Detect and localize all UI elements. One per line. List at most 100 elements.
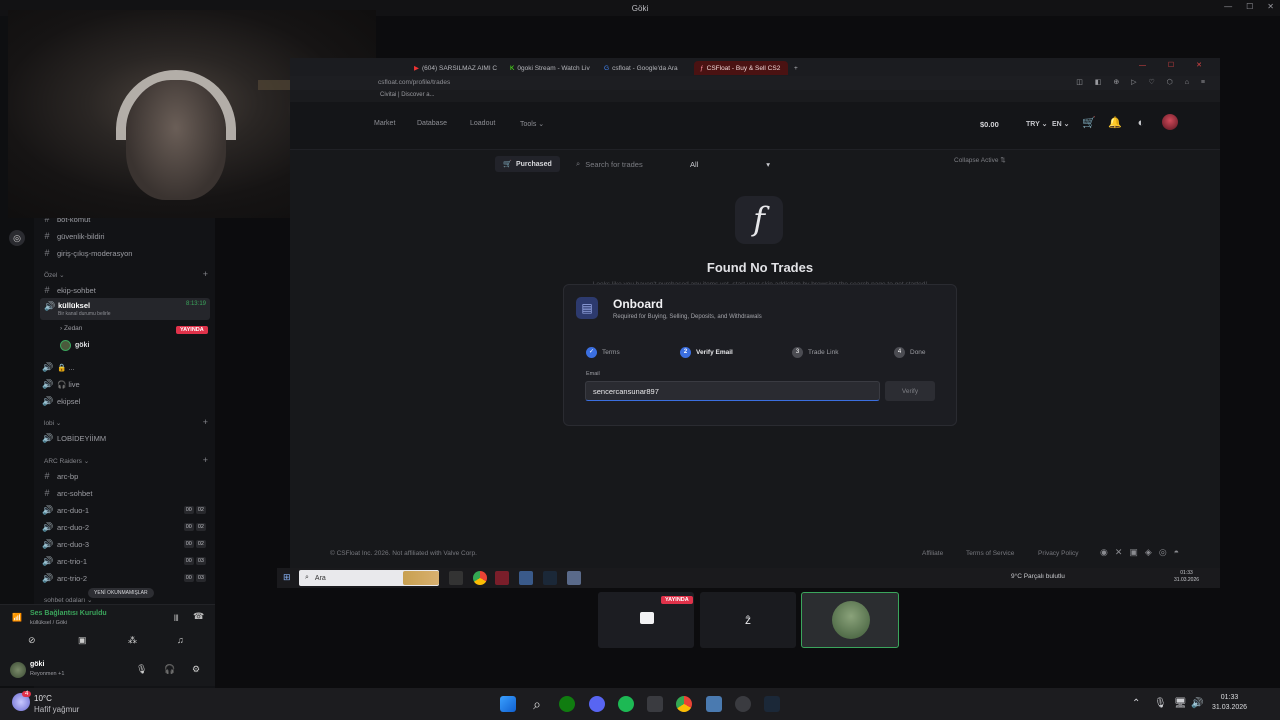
collapse-active-button[interactable]: Collapse Active ⇅ [954,156,1006,164]
nav-tools[interactable]: Tools ⌄ [520,120,544,128]
bookmark-civitai[interactable]: Civitai | Discover a... [380,92,435,98]
social-icons[interactable]: ◉✕▣◈◎◓ [1100,547,1186,558]
palette-icon[interactable]: ◐ [1134,116,1148,130]
stream-thumbnail[interactable]: ẑ [700,592,796,648]
category-sohbet-odalari[interactable]: sohbet odaları ⌄ [44,596,92,604]
unread-pill[interactable]: YENİ OKUNMAMIŞLAR [88,588,154,598]
channel-ekipsel[interactable]: 🔊 ekipsel [42,396,80,407]
chrome-icon[interactable] [676,696,692,712]
add-channel-icon[interactable]: + [203,455,208,465]
headphones-icon[interactable]: 🎧 [164,664,175,675]
channel-arc-duo-2[interactable]: 🔊 arc-duo-2 [42,522,89,533]
search-trades-input[interactable]: ⌕ Search for trades [576,156,676,172]
nav-market[interactable]: Market [374,120,395,127]
microphone-icon[interactable]: 🎙 [1154,698,1167,709]
speaker-icon: 🔊 [42,573,54,583]
cart-icon[interactable]: 🛒 [1082,116,1096,130]
category-ozel[interactable]: Özel ⌄ [44,271,65,279]
bell-icon[interactable]: 🔔 [1108,116,1122,130]
hash-icon: # [44,471,50,481]
channel-arc-bp[interactable]: # arc-bp [42,471,78,481]
steam-icon[interactable] [764,696,780,712]
avatar[interactable] [10,662,26,678]
maximize-icon[interactable]: ☐ [1246,2,1253,11]
footer-privacy-link[interactable]: Privacy Policy [1038,550,1078,557]
browser-window-controls[interactable]: — ☐ ✕ [1139,61,1212,69]
app-icon[interactable] [519,571,533,585]
voice-member-zeden[interactable]: › Zedan [60,325,82,332]
volume-icon[interactable]: 🔊 [1191,698,1203,709]
tab-youtube[interactable]: ▶ (604) SARSILMAZ AIMI C [408,61,503,75]
activities-icon[interactable]: ⁂ [128,635,137,646]
screen-share-icon[interactable]: ▣ [78,635,87,646]
voice-member-goki[interactable]: göki [60,340,89,351]
channel-guvenlik[interactable]: # güvenlik-bildiri [42,231,104,241]
add-channel-icon[interactable]: + [203,269,208,279]
chevron-up-icon[interactable]: ⌃ [1132,698,1140,709]
add-channel-icon[interactable]: + [203,417,208,427]
noise-suppression-icon[interactable]: 𝍫 [174,611,179,627]
stream-thumbnail-selected[interactable] [801,592,899,648]
currency-select[interactable]: TRY ⌄ [1026,120,1047,128]
windows-start-icon[interactable] [500,696,516,712]
microphone-icon[interactable]: 🎙 [136,664,147,675]
chrome-icon[interactable] [473,571,487,585]
app-icon[interactable] [567,571,581,585]
search-icon[interactable]: ⌕ [529,696,545,712]
user-panel: göki Reyonmen +1 🎙 🎧 ⚙ [0,656,215,686]
app-icon[interactable] [706,696,722,712]
soundboard-icon[interactable]: ♫ [177,635,184,645]
clock[interactable]: 01:33 31.03.2026 [1212,693,1247,713]
tab-google[interactable]: Gcsfloat - Google'da Ara [598,61,684,75]
footer-affiliate-link[interactable]: Affiliate [922,550,943,557]
task-view-icon[interactable] [449,571,463,585]
xbox-icon[interactable] [559,696,575,712]
channel-arc-sohbet[interactable]: # arc-sohbet [42,488,92,498]
avatar[interactable] [1162,114,1178,130]
purchased-button[interactable]: 🛒 Purchased [495,156,560,172]
camera-off-icon[interactable]: ⊘ [28,635,36,646]
minimize-icon[interactable]: — [1224,2,1232,11]
channel-giris-cikis[interactable]: # giriş-çıkış-moderasyon [42,248,132,258]
network-icon[interactable]: 🖥 [1174,698,1187,709]
verify-button[interactable]: Verify [885,381,935,401]
voice-channel-active[interactable]: 🔊 küllüksel 8:13:19 Bir kanal durumu bel… [40,298,210,320]
monitor-icon [640,612,654,624]
channel-lobideyiimm[interactable]: 🔊 LOBİDEYİİMM [42,433,106,444]
app-icon[interactable] [647,696,663,712]
channel-locked[interactable]: 🔊 🔒 ... [42,362,75,373]
close-icon[interactable]: ✕ [1267,2,1274,11]
channel-arc-duo-3[interactable]: 🔊 arc-duo-3 [42,539,89,550]
steam-icon[interactable] [543,571,557,585]
captured-search[interactable]: ⌕ Ara [299,570,439,586]
tab-kick[interactable]: K 0goki Stream - Watch Liv [504,61,596,75]
nav-loadout[interactable]: Loadout [470,120,495,127]
new-tab-button[interactable]: + [788,61,804,75]
discord-icon[interactable] [589,696,605,712]
search-icon: ⌕ [305,574,309,581]
server-icon[interactable]: ◎ [9,230,25,246]
nav-database[interactable]: Database [417,120,447,127]
channel-live[interactable]: 🔊 🎧 live [42,379,80,390]
app-icon[interactable] [735,696,751,712]
wallet-balance[interactable]: $0.00 [980,120,999,129]
email-field[interactable] [585,381,880,401]
channel-arc-trio-1[interactable]: 🔊 arc-trio-1 [42,556,87,567]
windows-start-icon[interactable]: ⊞ [283,572,291,583]
spotify-icon[interactable] [618,696,634,712]
address-bar[interactable]: csfloat.com/profile/trades ◫ ◧ ⊕ ▷ ♡ ⬡ ⌂… [290,76,1220,90]
speaker-icon: 🔊 [42,539,54,549]
category-arc-raiders[interactable]: ARC Raiders ⌄ [44,457,89,465]
category-lobi[interactable]: lobi ⌄ [44,419,61,427]
status-select[interactable]: All ▾ [688,156,772,172]
captured-clock: 01:33 31.03.2026 [1174,570,1200,583]
footer-terms-link[interactable]: Terms of Service [966,550,1014,557]
gear-icon[interactable]: ⚙ [192,664,200,675]
app-icon[interactable] [495,571,509,585]
tab-csfloat[interactable]: ƒ CSFloat - Buy & Sell CS2 [694,61,788,75]
extension-icons[interactable]: ◫ ◧ ⊕ ▷ ♡ ⬡ ⌂ ≡ [1076,78,1210,86]
disconnect-icon[interactable]: ☎ [193,611,204,622]
language-select[interactable]: EN ⌄ [1052,120,1070,128]
channel-arc-trio-2[interactable]: 🔊 arc-trio-2 [42,573,87,584]
channel-ekip-sohbet[interactable]: # ekip-sohbet [42,285,95,295]
